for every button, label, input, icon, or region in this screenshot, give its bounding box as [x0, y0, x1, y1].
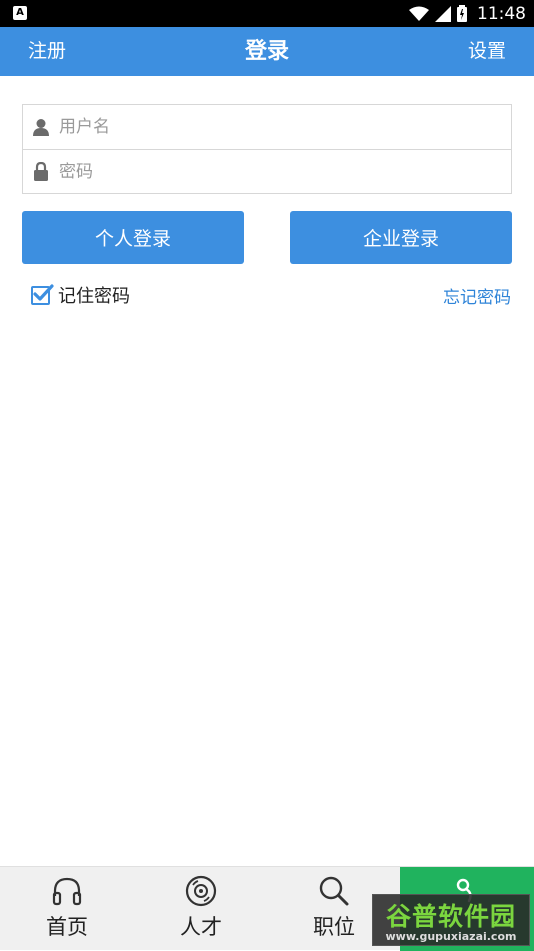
forgot-password-link[interactable]: 忘记密码 — [443, 283, 511, 308]
settings-button[interactable]: 设置 — [468, 27, 506, 76]
disc-icon — [185, 875, 217, 907]
search-icon — [318, 875, 350, 907]
status-icons: 11:48 — [409, 0, 526, 27]
tab-label: 首页 — [46, 915, 88, 939]
company-login-button[interactable]: 企业登录 — [290, 211, 512, 264]
watermark-url: www.gupuxiazai.com — [385, 930, 517, 943]
tab-label: 职位 — [313, 915, 355, 939]
page-title: 登录 — [244, 39, 289, 64]
username-input[interactable] — [59, 117, 479, 137]
tab-home[interactable]: 首页 — [0, 867, 134, 951]
signal-icon — [435, 5, 451, 22]
user-icon — [23, 118, 59, 136]
notification-icon: A — [13, 6, 27, 20]
watermark-logo: 谷普软件园 — [385, 902, 516, 931]
password-row — [23, 149, 511, 193]
app-header: 注册 登录 设置 — [0, 27, 534, 76]
watermark: 谷普软件园 www.gupuxiazai.com — [372, 894, 530, 946]
password-input[interactable] — [59, 161, 479, 182]
username-row — [23, 105, 511, 149]
remember-password-option[interactable]: 记住密码 — [31, 282, 130, 308]
tab-label: 人才 — [180, 915, 222, 939]
clock: 11:48 — [477, 3, 526, 24]
checkmark-icon — [33, 283, 54, 301]
remember-checkbox[interactable] — [31, 283, 54, 305]
wifi-icon — [409, 6, 429, 21]
personal-login-button[interactable]: 个人登录 — [22, 211, 244, 264]
login-form — [22, 104, 512, 194]
tab-talent[interactable]: 人才 — [134, 867, 268, 951]
remember-password-label: 记住密码 — [58, 286, 130, 307]
battery-icon — [457, 5, 467, 22]
status-bar: A 11:48 — [0, 0, 534, 27]
headphones-icon — [51, 875, 83, 907]
lock-icon — [23, 162, 59, 181]
